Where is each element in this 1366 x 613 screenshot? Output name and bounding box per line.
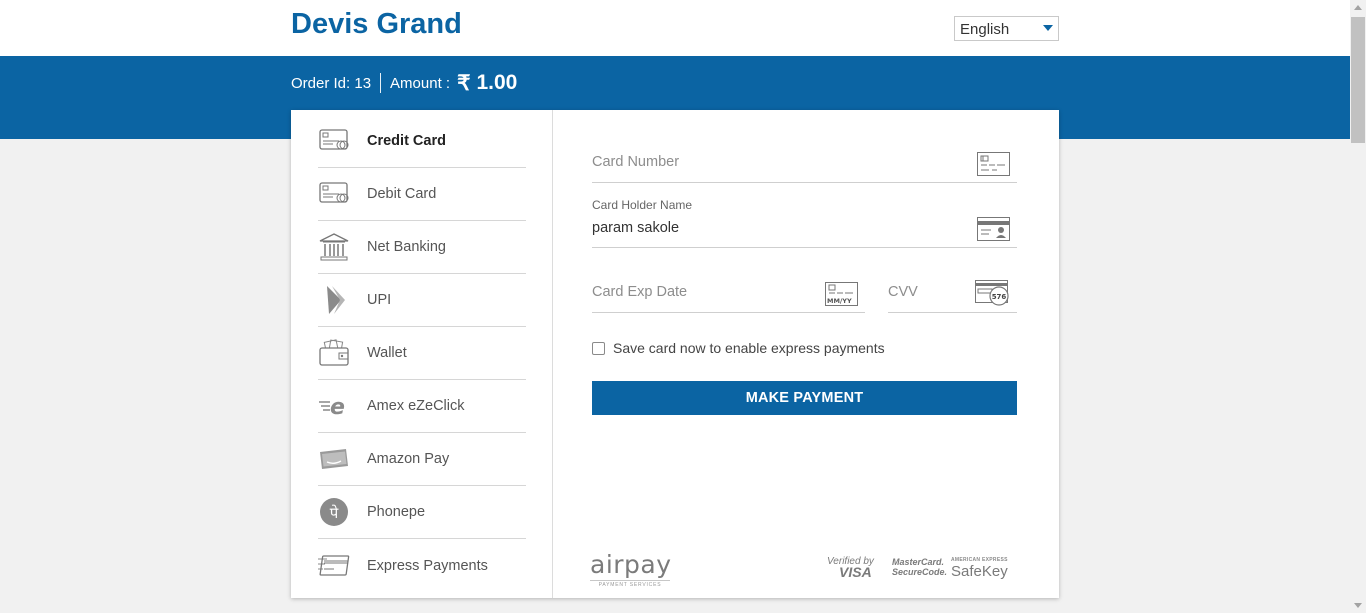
sidebar-item-net-banking[interactable]: Net Banking	[318, 221, 526, 274]
rupee-icon: ₹	[457, 71, 471, 95]
save-card-label: Save card now to enable express payments	[613, 340, 885, 356]
phonepe-icon: पे	[318, 497, 350, 527]
sidebar-item-label: Express Payments	[367, 557, 488, 574]
payment-card: Credit Card Debit Card Net Banking UPI W	[291, 110, 1059, 598]
amex-ezeclick-icon: e	[318, 391, 350, 421]
card-number-placeholder: Card Number	[592, 154, 680, 170]
card-form: Card Number Card Holder Name param sakol…	[592, 110, 1017, 598]
verified-by-visa-logo: Verified by VISA	[827, 557, 874, 580]
scroll-down-icon[interactable]	[1354, 603, 1362, 608]
sidebar-item-label: Wallet	[367, 345, 407, 361]
upi-icon	[318, 285, 350, 315]
wallet-icon	[318, 338, 350, 368]
amazon-pay-icon	[318, 444, 350, 474]
credit-card-icon	[318, 126, 350, 156]
card-holder-field[interactable]: Card Holder Name param sakole	[592, 198, 1017, 248]
mastercard-securecode-logo: MasterCard. SecureCode.	[892, 557, 947, 577]
svg-text:e: e	[330, 395, 345, 417]
sidebar-item-amex-ezeclick[interactable]: e Amex eZeClick	[318, 380, 526, 433]
save-card-option[interactable]: Save card now to enable express payments	[592, 340, 885, 356]
sidebar-item-wallet[interactable]: Wallet	[318, 327, 526, 380]
sidebar-item-label: Amazon Pay	[367, 451, 450, 467]
cvv-field[interactable]: CVV 576	[888, 278, 1017, 313]
card-holder-label: Card Holder Name	[592, 198, 693, 212]
sidebar-item-amazon-pay[interactable]: Amazon Pay	[318, 433, 526, 486]
airpay-subtitle: PAYMENT SERVICES	[590, 580, 670, 588]
order-summary: Order Id: 13 Amount : ₹ 1.00	[291, 70, 517, 96]
card-number-icon	[977, 152, 1010, 181]
card-holder-icon	[977, 217, 1010, 246]
svg-text:पे: पे	[330, 504, 339, 522]
airpay-logo: airpay PAYMENT SERVICES	[590, 550, 672, 588]
airpay-wordmark: airpay	[590, 550, 672, 579]
debit-card-icon	[318, 179, 350, 209]
card-holder-value: param sakole	[592, 220, 680, 236]
language-select[interactable]: English	[954, 16, 1059, 41]
bank-icon	[318, 232, 350, 262]
brand-title: Devis Grand	[291, 8, 462, 40]
calendar-card-icon: MM/YY	[825, 282, 858, 311]
sidebar-item-phonepe[interactable]: पे Phonepe	[318, 486, 526, 539]
sidebar-item-label: Credit Card	[367, 133, 446, 149]
language-selected: English	[960, 21, 1010, 38]
sidebar-item-upi[interactable]: UPI	[318, 274, 526, 327]
sidebar-item-label: Amex eZeClick	[367, 398, 465, 414]
card-exp-date-placeholder: Card Exp Date	[592, 284, 688, 300]
save-card-checkbox[interactable]	[592, 341, 605, 355]
divider	[380, 73, 382, 93]
sidebar-item-debit-card[interactable]: Debit Card	[318, 168, 526, 221]
sidebar-item-label: UPI	[367, 292, 392, 308]
scrollbar-thumb[interactable]	[1351, 17, 1365, 143]
visa-line2: VISA	[839, 564, 872, 580]
express-payments-icon	[318, 551, 350, 581]
amex-safekey-text: SafeKey	[951, 563, 1008, 580]
cvv-card-icon: 576	[975, 280, 1010, 311]
sidebar-item-label: Phonepe	[367, 504, 426, 520]
order-id: Order Id: 13	[291, 74, 372, 92]
sidebar-item-credit-card[interactable]: Credit Card	[318, 115, 526, 168]
scroll-up-icon[interactable]	[1354, 5, 1362, 10]
amount-label: Amount :	[390, 74, 451, 92]
mastercard-line1: MasterCard.	[892, 557, 945, 567]
sidebar-item-label: Net Banking	[367, 239, 446, 255]
chevron-down-icon	[1043, 25, 1053, 31]
top-bar: Devis Grand English	[0, 0, 1350, 56]
cvv-icon-text: 576	[992, 293, 1007, 301]
card-number-field[interactable]: Card Number	[592, 148, 1017, 183]
exp-icon-text: MM/YY	[827, 297, 852, 305]
scrollbar[interactable]	[1350, 0, 1366, 613]
sidebar-item-express-payments[interactable]: Express Payments	[318, 539, 526, 592]
sidebar-item-label: Debit Card	[367, 186, 437, 202]
card-exp-date-field[interactable]: Card Exp Date MM/YY	[592, 278, 865, 313]
amex-safekey-logo: AMERICAN EXPRESS SafeKey	[951, 557, 1008, 580]
mastercard-line2: SecureCode.	[892, 567, 948, 577]
make-payment-button[interactable]: MAKE PAYMENT	[592, 381, 1017, 415]
cvv-placeholder: CVV	[888, 284, 918, 300]
payment-methods-sidebar: Credit Card Debit Card Net Banking UPI W	[291, 110, 553, 598]
amount-value: 1.00	[476, 71, 518, 94]
